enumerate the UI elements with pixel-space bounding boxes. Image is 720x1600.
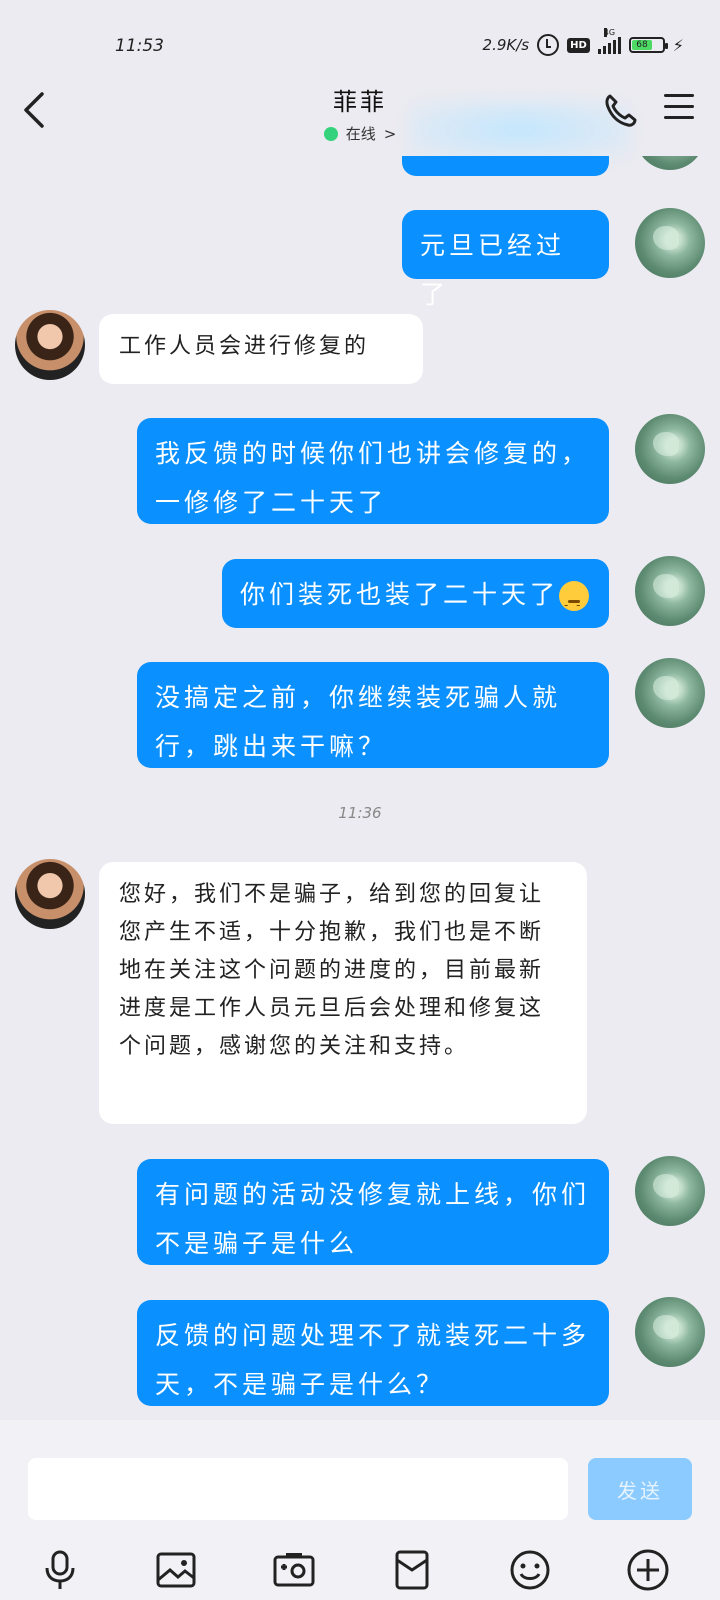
message-bubble[interactable]: 工作人员会进行修复的 bbox=[99, 314, 423, 384]
message-bubble[interactable]: 没搞定之前，你继续装死骗人就行，跳出来干嘛？ bbox=[137, 662, 609, 768]
contact-avatar[interactable] bbox=[15, 310, 85, 380]
send-button[interactable]: 发送 bbox=[588, 1458, 692, 1520]
image-button[interactable] bbox=[154, 1548, 198, 1592]
status-icons: 2.9K/s HD 4G 68 ⚡ bbox=[482, 28, 684, 56]
my-avatar[interactable] bbox=[635, 1156, 705, 1226]
my-avatar[interactable] bbox=[635, 1297, 705, 1367]
phone-icon bbox=[605, 94, 637, 127]
message-bubble[interactable]: 你们装死也装了二十天了 bbox=[222, 559, 609, 630]
my-avatar[interactable] bbox=[635, 414, 705, 484]
network-type: 4G bbox=[603, 28, 616, 37]
more-button[interactable] bbox=[626, 1548, 670, 1592]
online-dot bbox=[323, 126, 338, 141]
emoji-icon bbox=[510, 1550, 550, 1590]
message-input[interactable] bbox=[28, 1458, 568, 1520]
my-avatar[interactable] bbox=[635, 658, 705, 728]
emoji-button[interactable] bbox=[508, 1548, 552, 1592]
chat-header: 菲菲 在线 > bbox=[0, 88, 720, 160]
my-avatar[interactable] bbox=[635, 156, 705, 170]
unamused-face-icon bbox=[559, 581, 590, 630]
red-packet-button[interactable] bbox=[390, 1548, 434, 1592]
contact-avatar[interactable] bbox=[15, 859, 85, 929]
message-bubble-partial[interactable] bbox=[402, 156, 609, 176]
battery-icon: 68 bbox=[628, 37, 668, 53]
message-bubble[interactable]: 我反馈的时候你们也讲会修复的，一修修了二十天了 bbox=[137, 418, 609, 524]
voice-button[interactable] bbox=[38, 1548, 82, 1592]
my-avatar[interactable] bbox=[635, 208, 705, 278]
image-icon bbox=[156, 1552, 196, 1588]
my-avatar[interactable] bbox=[635, 556, 705, 626]
message-list[interactable]: 元旦已经过了 工作人员会进行修复的 我反馈的时候你们也讲会修复的，一修修了二十天… bbox=[0, 156, 720, 1420]
signal-icon: 4G bbox=[597, 28, 621, 54]
message-bubble[interactable]: 反馈的问题处理不了就装死二十多天，不是骗子是什么？ bbox=[137, 1300, 609, 1406]
battery-level: 68 bbox=[631, 40, 653, 50]
camera-button[interactable] bbox=[272, 1548, 316, 1592]
alarm-icon bbox=[537, 34, 560, 56]
input-toolbar bbox=[0, 1548, 720, 1598]
camera-icon bbox=[273, 1553, 315, 1587]
message-bubble[interactable]: 您好，我们不是骗子，给到您的回复让您产生不适，十分抱歉，我们也是不断地在关注这个… bbox=[99, 862, 587, 1124]
message-bubble[interactable]: 有问题的活动没修复就上线，你们不是骗子是什么 bbox=[137, 1159, 609, 1265]
chevron-right-icon: > bbox=[383, 124, 397, 143]
charging-icon: ⚡ bbox=[672, 35, 684, 55]
plus-icon bbox=[627, 1549, 669, 1591]
message-bubble[interactable]: 元旦已经过了 bbox=[402, 210, 609, 309]
hd-icon: HD bbox=[567, 37, 590, 53]
input-bar: 发送 bbox=[0, 1420, 720, 1600]
red-packet-icon bbox=[395, 1550, 429, 1590]
online-status-text: 在线 bbox=[345, 125, 376, 143]
message-timestamp: 11:36 bbox=[338, 804, 382, 822]
microphone-icon bbox=[45, 1550, 75, 1589]
status-time: 11:53 bbox=[115, 36, 164, 56]
hamburger-menu-icon bbox=[664, 94, 694, 97]
call-button[interactable] bbox=[602, 90, 638, 130]
menu-button[interactable] bbox=[664, 94, 694, 124]
network-speed: 2.9K/s bbox=[482, 36, 530, 54]
status-bar: 11:53 2.9K/s HD 4G 68 ⚡ bbox=[0, 0, 720, 90]
